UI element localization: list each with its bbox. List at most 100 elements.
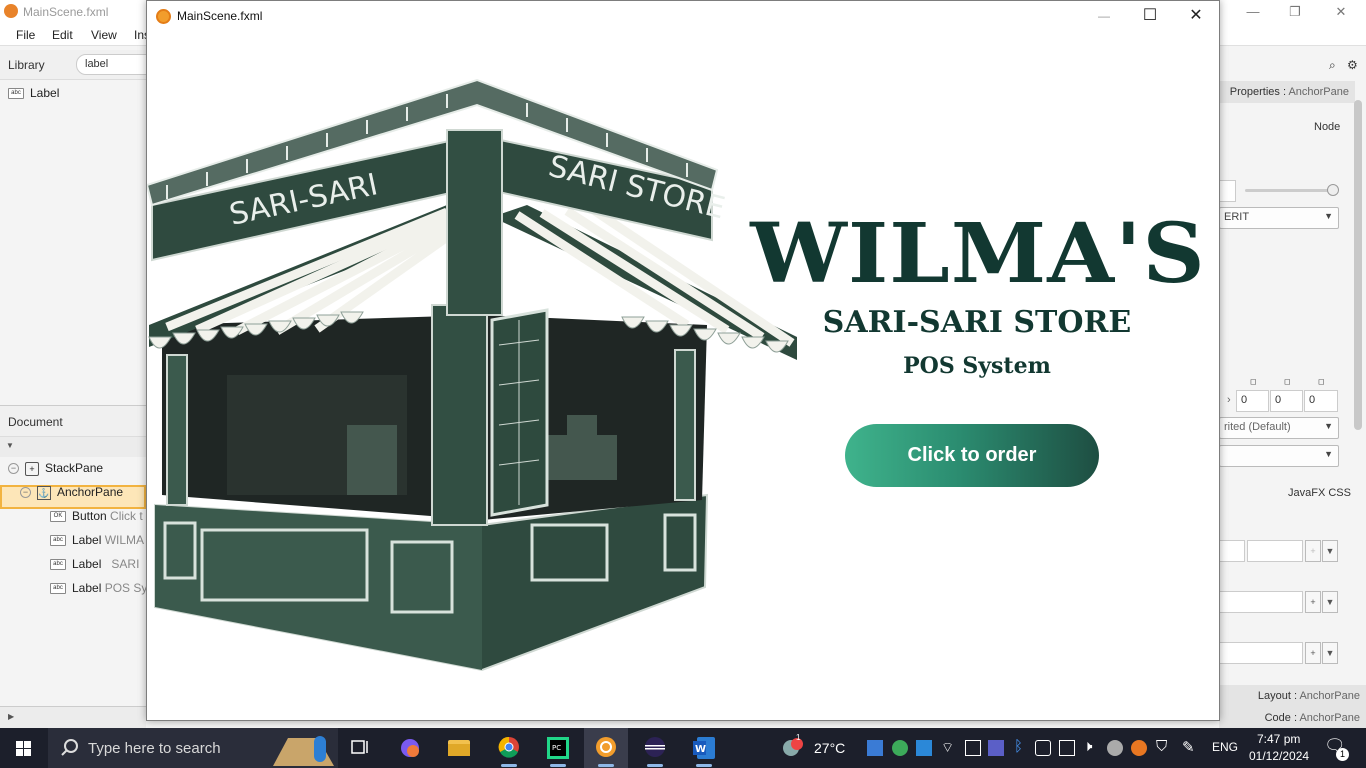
pycharm-button[interactable]: PC: [536, 728, 580, 768]
tray-app-icon[interactable]: [892, 740, 908, 756]
collapse-icon[interactable]: −: [20, 487, 31, 499]
chevron-down-icon: ▼: [6, 441, 14, 450]
sari-sari-store-illustration: SARI-SARI SARI STORE: [147, 78, 797, 672]
cloud-icon[interactable]: [1107, 740, 1123, 756]
brand-subtitle: SARI-SARI STORE: [822, 305, 1132, 340]
tree-item-anchorpane[interactable]: − ⚓ AnchorPane: [20, 485, 146, 509]
clock-time[interactable]: 7:47 pm: [1257, 732, 1300, 746]
controller-section-toggle[interactable]: ▶: [0, 706, 146, 728]
wifi-icon[interactable]: ⌔: [941, 739, 954, 757]
copilot-button[interactable]: [388, 728, 432, 768]
style-field[interactable]: [1219, 540, 1245, 562]
search-icon[interactable]: ⌕: [1329, 58, 1336, 73]
menu-file[interactable]: File: [16, 28, 35, 42]
tray-app-icon[interactable]: [867, 740, 883, 756]
battery-icon[interactable]: [965, 740, 981, 756]
weather-icon[interactable]: [780, 736, 806, 760]
stackpane-icon: +: [25, 461, 39, 476]
folder-icon: [448, 740, 470, 756]
search-icon: [61, 739, 78, 756]
shield-icon[interactable]: ⛉: [1156, 738, 1167, 755]
background-close-button[interactable]: ✕: [1318, 2, 1364, 22]
label-icon: abc: [8, 88, 24, 100]
properties-header[interactable]: Properties : AnchorPane: [1219, 81, 1355, 103]
scene-builder-taskbar-button[interactable]: [584, 728, 628, 768]
opacity-slider-track[interactable]: [1245, 189, 1333, 192]
tray-app-icon[interactable]: [916, 740, 932, 756]
inspector-scrollbar[interactable]: [1354, 100, 1362, 430]
opacity-field[interactable]: [1219, 180, 1236, 202]
collapse-icon[interactable]: −: [8, 463, 19, 475]
code-header[interactable]: Code : AnchorPane: [1219, 707, 1366, 729]
checkbox-icon[interactable]: ◻: [1284, 377, 1291, 386]
tree-item-label-wilma[interactable]: abc Label WILMA: [50, 533, 146, 557]
weather-temperature[interactable]: 27°C: [814, 740, 845, 756]
style-menu-button[interactable]: ▼: [1322, 540, 1338, 562]
minimize-button[interactable]: —: [1081, 1, 1127, 31]
stylesheets-field[interactable]: [1219, 591, 1303, 613]
menu-view[interactable]: View: [91, 28, 117, 42]
hierarchy-section-toggle[interactable]: ▼: [0, 437, 146, 457]
speaker-icon[interactable]: 🕨: [1083, 738, 1092, 755]
library-search-input[interactable]: label: [76, 54, 156, 75]
click-to-order-button[interactable]: Click to order: [845, 424, 1099, 487]
opacity-slider-thumb[interactable]: [1327, 184, 1339, 196]
document-panel-header: Document: [0, 405, 146, 437]
padding-field-1[interactable]: 0: [1236, 390, 1269, 412]
cursor-select[interactable]: rited (Default) ▼: [1219, 417, 1339, 439]
add-stylesheet-button[interactable]: +: [1305, 591, 1321, 613]
eclipse-button[interactable]: [633, 728, 677, 768]
label-icon: abc: [50, 583, 66, 595]
scene-builder-app-icon: [4, 4, 18, 18]
library-panel-header: Library label: [0, 50, 156, 80]
button-icon: OK: [50, 511, 66, 523]
svg-text:W: W: [695, 744, 706, 755]
display-icon[interactable]: [1059, 740, 1075, 756]
tree-item-label-sari[interactable]: abc Label SARI: [50, 557, 146, 581]
bluetooth-icon[interactable]: ᛒ: [1014, 738, 1023, 755]
javafx-css-label: JavaFX CSS: [1288, 487, 1351, 499]
avast-icon[interactable]: [1131, 740, 1147, 756]
maximize-button[interactable]: ☐: [1127, 1, 1173, 31]
style-class-field[interactable]: [1219, 642, 1303, 664]
padding-field-3[interactable]: 0: [1304, 390, 1338, 412]
library-item-label[interactable]: abc Label: [8, 86, 59, 100]
language-indicator[interactable]: ENG: [1212, 740, 1238, 754]
clock-date[interactable]: 01/12/2024: [1249, 749, 1309, 763]
pen-icon[interactable]: ✎: [1182, 738, 1195, 756]
stylesheet-menu-button[interactable]: ▼: [1322, 591, 1338, 613]
gear-icon[interactable]: ⚙: [1347, 58, 1358, 72]
tree-item-button[interactable]: OK Button Click t: [50, 509, 146, 533]
checkbox-icon[interactable]: ◻: [1250, 377, 1257, 386]
checkbox-icon[interactable]: ◻: [1318, 377, 1325, 386]
close-button[interactable]: ✕: [1173, 1, 1219, 31]
camera-icon[interactable]: [1035, 740, 1051, 756]
chevron-right-icon: ▶: [8, 712, 15, 721]
background-restore-button[interactable]: ❐: [1272, 2, 1318, 22]
file-explorer-button[interactable]: [437, 728, 481, 768]
windows-taskbar: Type here to search PC W 1 27°C ⌔ ᛒ 🕨 ⛉ …: [0, 728, 1366, 768]
chrome-button[interactable]: [487, 728, 531, 768]
task-view-button[interactable]: [338, 728, 382, 768]
document-title: Document: [8, 415, 63, 429]
taskbar-search-box[interactable]: Type here to search: [48, 728, 338, 768]
style-class-menu-button[interactable]: ▼: [1322, 642, 1338, 664]
word-button[interactable]: W: [682, 728, 726, 768]
style-value-field[interactable]: [1247, 540, 1303, 562]
start-button[interactable]: [0, 728, 48, 768]
tree-item-stackpane[interactable]: − + StackPane: [8, 461, 146, 485]
effect-select[interactable]: ▼: [1219, 445, 1339, 467]
teams-icon[interactable]: [988, 740, 1004, 756]
layout-header[interactable]: Layout : AnchorPane: [1219, 685, 1366, 707]
tree-item-label-pos[interactable]: abc Label POS Sy: [50, 581, 146, 605]
menu-edit[interactable]: Edit: [52, 28, 73, 42]
scene-builder-icon: [596, 737, 616, 757]
padding-field-2[interactable]: 0: [1270, 390, 1303, 412]
add-style-class-button[interactable]: +: [1305, 642, 1321, 664]
chevron-down-icon: ▼: [1324, 421, 1333, 431]
background-minimize-button[interactable]: —: [1230, 2, 1276, 22]
add-style-button[interactable]: +: [1305, 540, 1321, 562]
node-orientation-select[interactable]: ERIT ▼: [1219, 207, 1339, 229]
inspector-panel: ⌕ ⚙ Properties : AnchorPane Node ERIT ▼ ◻…: [1219, 50, 1366, 729]
chrome-icon: [498, 736, 519, 758]
